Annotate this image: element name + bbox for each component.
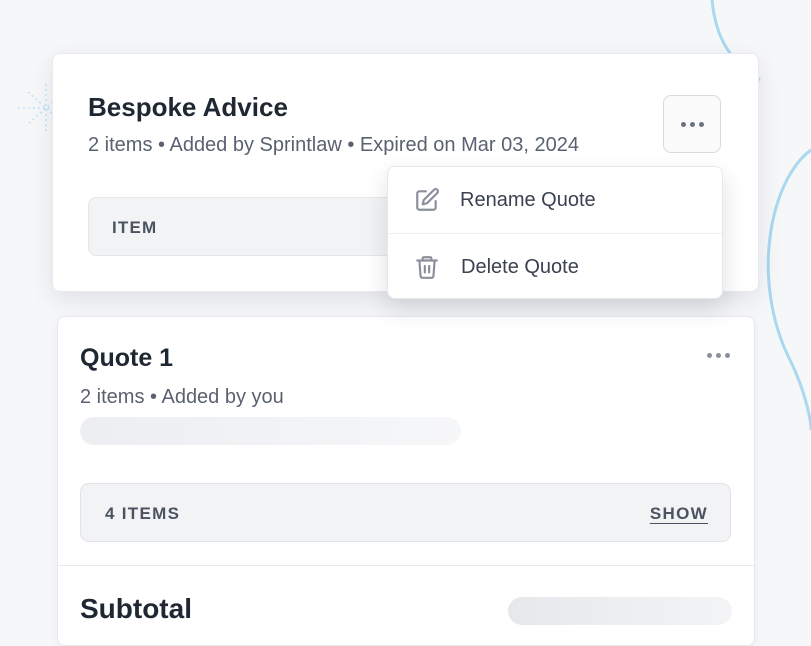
loading-skeleton <box>80 417 461 445</box>
menu-item-rename-quote[interactable]: Rename Quote <box>388 167 722 234</box>
items-summary-bar: 4 ITEMS SHOW <box>80 483 731 542</box>
more-horizontal-icon <box>680 121 704 127</box>
quote-1-card: Quote 1 2 items • Added by you 4 ITEMS S… <box>57 316 755 646</box>
more-horizontal-icon <box>706 352 730 358</box>
divider <box>58 565 754 566</box>
quote-title: Quote 1 <box>80 344 174 372</box>
edit-icon <box>414 187 440 213</box>
quote-title: Bespoke Advice <box>88 92 288 122</box>
subtotal-value-skeleton <box>508 597 732 625</box>
show-items-link[interactable]: SHOW <box>650 504 708 524</box>
quote-options-menu: Rename Quote Delete Quote <box>387 166 723 299</box>
menu-item-label: Delete Quote <box>461 255 579 278</box>
items-count-label: 4 ITEMS <box>105 504 181 523</box>
quote-meta: 2 items • Added by you <box>80 386 284 408</box>
trash-icon <box>414 254 440 280</box>
item-header-label: ITEM <box>112 218 158 237</box>
subtotal-label: Subtotal <box>80 593 192 624</box>
menu-item-delete-quote[interactable]: Delete Quote <box>388 234 722 300</box>
quote-meta: 2 items • Added by Sprintlaw • Expired o… <box>88 134 579 156</box>
more-options-button[interactable] <box>703 347 733 363</box>
menu-item-label: Rename Quote <box>460 188 596 211</box>
more-options-button[interactable] <box>663 95 721 153</box>
